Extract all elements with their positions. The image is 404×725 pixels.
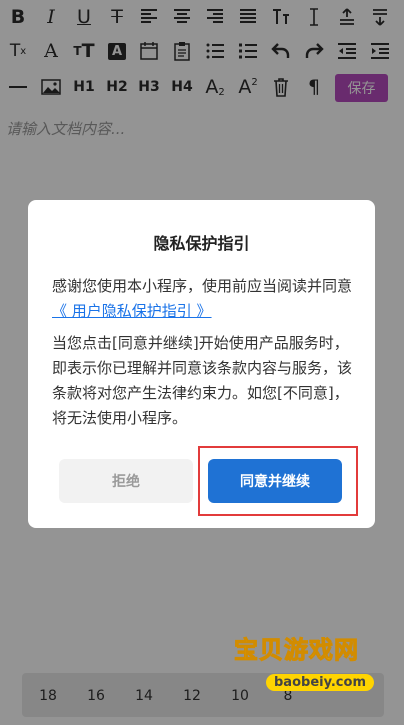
- watermark-text: 宝贝游戏网: [234, 636, 359, 665]
- dialog-body: 当您点击[同意并继续]开始使用产品服务时，即表示你已理解并同意该条款内容与服务，…: [52, 334, 353, 427]
- dialog-title: 隐私保护指引: [153, 234, 250, 253]
- watermark: 宝贝游戏网 baobeiy.com: [226, 630, 396, 710]
- reject-button[interactable]: 拒绝: [59, 459, 193, 503]
- watermark-url: baobeiy.com: [266, 674, 374, 691]
- dialog-intro: 感谢您使用本小程序，使用前应当阅读并同意《 用户隐私保护指引 》: [52, 274, 352, 324]
- dialog-intro-text: 感谢您使用本小程序，使用前应当阅读并同意: [52, 277, 353, 295]
- highlight-box: [198, 446, 358, 516]
- privacy-guide-link[interactable]: 《 用户隐私保护指引 》: [52, 302, 212, 320]
